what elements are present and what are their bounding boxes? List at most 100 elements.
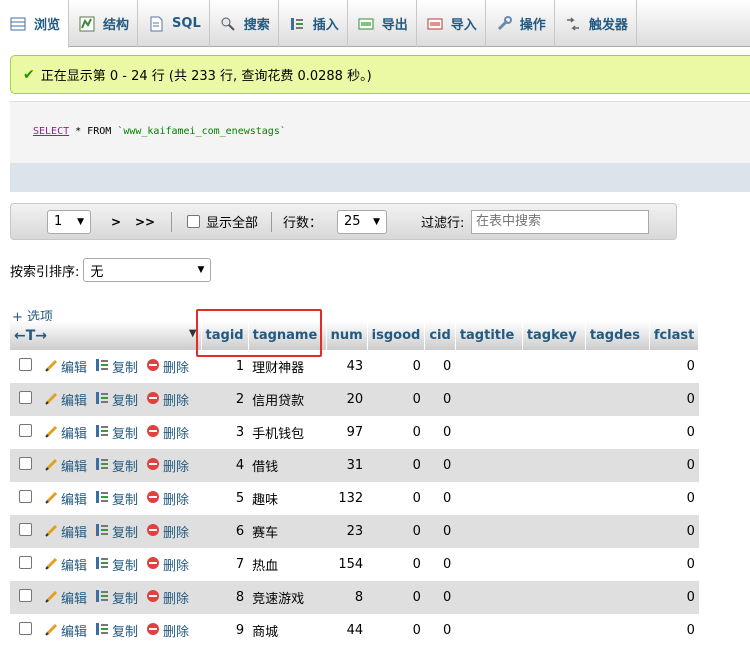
tab-insert[interactable]: 插入 (279, 0, 348, 47)
delete-button[interactable]: 删除 (146, 522, 189, 541)
cell-tagname[interactable]: 竞速游戏 (248, 581, 327, 614)
rows-per-page-select[interactable]: 25 ▼ (337, 209, 387, 234)
tab-search[interactable]: 搜索 (210, 0, 279, 47)
sql-keyword-select[interactable]: SELECT (33, 126, 69, 137)
column-header-num[interactable]: num (326, 321, 368, 350)
cell-fclast[interactable]: 0 (649, 449, 699, 482)
cell-tagdes[interactable] (585, 548, 650, 581)
column-header-cid[interactable]: cid (424, 321, 456, 350)
last-page-button[interactable]: >> (135, 215, 155, 229)
cell-tagid[interactable]: 5 (201, 482, 249, 515)
copy-button[interactable]: 复制 (95, 456, 138, 475)
delete-button[interactable]: 删除 (146, 456, 189, 475)
filter-rows-input[interactable] (471, 209, 649, 234)
cell-tagtitle[interactable] (455, 416, 523, 449)
table-row[interactable]: 编辑 复制 删除 3 手机钱包 97 0 0 0 (10, 416, 699, 449)
column-menu-icon[interactable]: ▼ (189, 328, 197, 339)
cell-fclast[interactable]: 0 (649, 350, 699, 383)
cell-tagtitle[interactable] (455, 581, 523, 614)
cell-cid[interactable]: 0 (424, 515, 456, 548)
edit-button[interactable]: 编辑 (44, 456, 87, 475)
column-header-tagdes[interactable]: tagdes (585, 321, 650, 350)
cell-cid[interactable]: 0 (424, 383, 456, 416)
copy-button[interactable]: 复制 (95, 621, 138, 640)
cell-tagname[interactable]: 信用贷款 (248, 383, 327, 416)
cell-fclast[interactable]: 0 (649, 416, 699, 449)
table-row[interactable]: 编辑 复制 删除 5 趣味 132 0 0 0 (10, 482, 699, 515)
cell-tagkey[interactable] (522, 350, 586, 383)
cell-tagkey[interactable] (522, 449, 586, 482)
cell-tagkey[interactable] (522, 614, 586, 647)
table-row[interactable]: 编辑 复制 删除 8 竞速游戏 8 0 0 0 (10, 581, 699, 614)
tab-browse[interactable]: 浏览 (0, 0, 70, 48)
column-header-tagname[interactable]: tagname (248, 321, 327, 350)
row-checkbox[interactable] (18, 622, 32, 635)
cell-isgood[interactable]: 0 (367, 515, 425, 548)
copy-button[interactable]: 复制 (95, 522, 138, 541)
cell-tagkey[interactable] (522, 515, 586, 548)
cell-tagdes[interactable] (585, 614, 650, 647)
cell-tagid[interactable]: 2 (201, 383, 249, 416)
cell-tagtitle[interactable] (455, 449, 523, 482)
show-all-checkbox[interactable] (187, 215, 200, 228)
edit-button[interactable]: 编辑 (44, 390, 87, 409)
edit-button[interactable]: 编辑 (44, 423, 87, 442)
cell-tagdes[interactable] (585, 449, 650, 482)
tab-export[interactable]: 导出 (348, 0, 417, 47)
cell-isgood[interactable]: 0 (367, 350, 425, 383)
cell-fclast[interactable]: 0 (649, 482, 699, 515)
cell-tagkey[interactable] (522, 383, 586, 416)
cell-isgood[interactable]: 0 (367, 449, 425, 482)
cell-tagid[interactable]: 3 (201, 416, 249, 449)
cell-num[interactable]: 8 (326, 581, 368, 614)
column-header-tagtitle[interactable]: tagtitle (455, 321, 523, 350)
delete-button[interactable]: 删除 (146, 357, 189, 376)
cell-tagname[interactable]: 理财神器 (248, 350, 327, 383)
cell-num[interactable]: 20 (326, 383, 368, 416)
cell-cid[interactable]: 0 (424, 581, 456, 614)
cell-tagdes[interactable] (585, 383, 650, 416)
column-header-fclast[interactable]: fclast (649, 321, 700, 350)
edit-button[interactable]: 编辑 (44, 621, 87, 640)
tab-operations[interactable]: 操作 (486, 0, 555, 47)
table-row[interactable]: 编辑 复制 删除 6 赛车 23 0 0 0 (10, 515, 699, 548)
cell-isgood[interactable]: 0 (367, 482, 425, 515)
edit-button[interactable]: 编辑 (44, 555, 87, 574)
table-row[interactable]: 编辑 复制 删除 1 理财神器 43 0 0 0 (10, 350, 699, 383)
cell-cid[interactable]: 0 (424, 350, 456, 383)
cell-cid[interactable]: 0 (424, 548, 456, 581)
delete-button[interactable]: 删除 (146, 390, 189, 409)
cell-tagid[interactable]: 4 (201, 449, 249, 482)
cell-tagname[interactable]: 趣味 (248, 482, 327, 515)
delete-button[interactable]: 删除 (146, 588, 189, 607)
tab-triggers[interactable]: 触发器 (555, 0, 637, 47)
cell-tagid[interactable]: 1 (201, 350, 249, 383)
sort-select[interactable]: 无 ▼ (83, 258, 212, 282)
cell-tagtitle[interactable] (455, 482, 523, 515)
row-checkbox[interactable] (18, 457, 32, 470)
cell-cid[interactable]: 0 (424, 614, 456, 647)
row-checkbox[interactable] (18, 589, 32, 602)
cell-tagid[interactable]: 7 (201, 548, 249, 581)
row-checkbox[interactable] (18, 556, 32, 569)
cell-fclast[interactable]: 0 (649, 581, 699, 614)
cell-tagid[interactable]: 8 (201, 581, 249, 614)
row-checkbox[interactable] (18, 523, 32, 536)
cell-isgood[interactable]: 0 (367, 416, 425, 449)
cell-tagdes[interactable] (585, 482, 650, 515)
cell-tagtitle[interactable] (455, 350, 523, 383)
delete-button[interactable]: 删除 (146, 621, 189, 640)
sql-query[interactable]: SELECT * FROM `www_kaifamei_com_enewstag… (33, 126, 286, 137)
delete-button[interactable]: 删除 (146, 489, 189, 508)
column-header-tagid[interactable]: tagid (201, 321, 249, 350)
copy-button[interactable]: 复制 (95, 357, 138, 376)
cell-tagname[interactable]: 赛车 (248, 515, 327, 548)
edit-button[interactable]: 编辑 (44, 522, 87, 541)
table-row[interactable]: 编辑 复制 删除 2 信用贷款 20 0 0 0 (10, 383, 699, 416)
tab-import[interactable]: 导入 (417, 0, 486, 47)
copy-button[interactable]: 复制 (95, 555, 138, 574)
edit-button[interactable]: 编辑 (44, 489, 87, 508)
next-page-button[interactable]: > (111, 215, 121, 229)
cell-num[interactable]: 31 (326, 449, 368, 482)
copy-button[interactable]: 复制 (95, 588, 138, 607)
